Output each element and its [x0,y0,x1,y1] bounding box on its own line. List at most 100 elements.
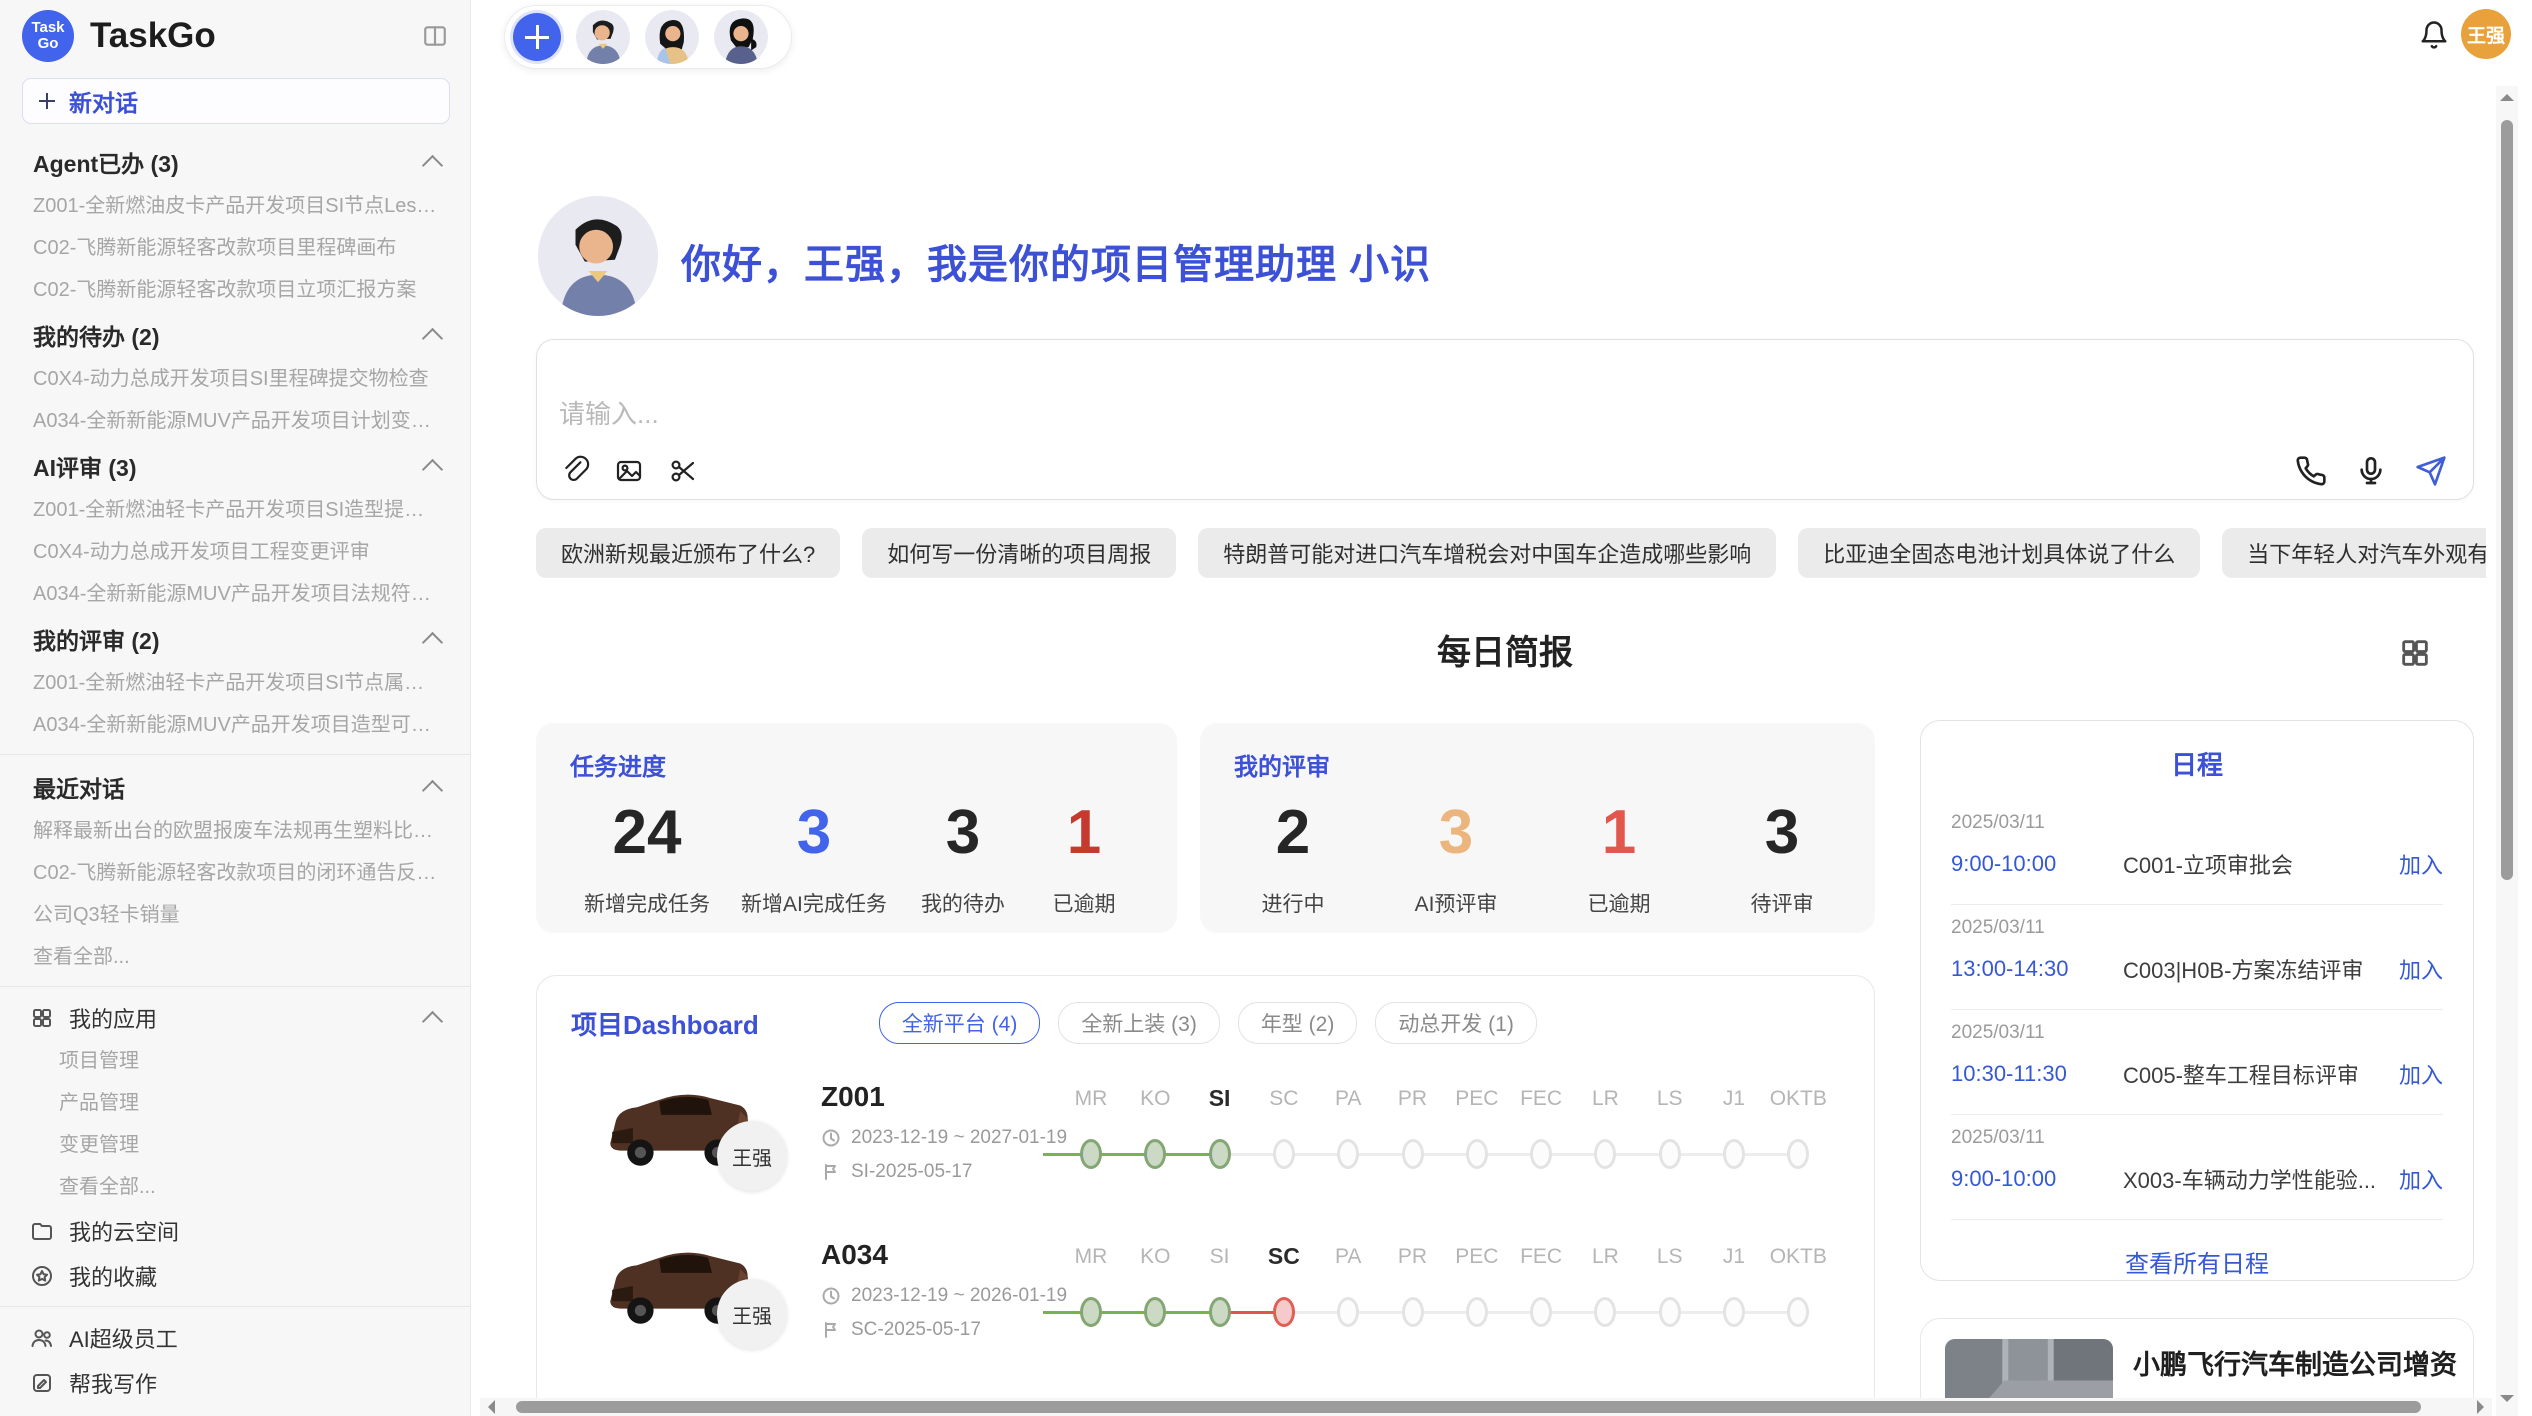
sidebar-app-item[interactable]: 项目管理 [0,1040,470,1082]
sidebar-item-my-apps[interactable]: 我的应用 [0,995,470,1040]
horizontal-scrollbar-thumb[interactable] [516,1401,2421,1413]
suggestion-chip[interactable]: 如何写一份清晰的项目周报 [862,528,1176,578]
sidebar-item[interactable]: 解释最新出台的欧盟报废车法规再生塑料比例被调至15%... [0,810,470,852]
milestone-node[interactable] [1787,1297,1809,1327]
layout-grid-icon[interactable] [2398,636,2432,670]
milestone-node[interactable] [1530,1139,1552,1169]
milestone-node[interactable] [1723,1139,1745,1169]
dashboard-tab[interactable]: 全新平台 (4) [879,1002,1041,1044]
suggestion-chip[interactable]: 当下年轻人对汽车外观有怎样的喜好趋势 [2222,528,2486,578]
sidebar-item[interactable]: Z001-全新燃油轻卡产品开发项目SI节点属性5D文件评审 [0,662,470,704]
sidebar-item[interactable]: C0X4-动力总成开发项目SI里程碑提交物检查 [0,358,470,400]
milestone-node[interactable] [1080,1139,1102,1169]
milestone-node[interactable] [1337,1139,1359,1169]
notification-bell-icon[interactable] [2419,20,2449,50]
scroll-up-icon[interactable] [2500,94,2514,101]
avatar[interactable] [645,10,699,64]
sidebar-item[interactable]: 公司Q3轻卡销量 [0,894,470,936]
sidebar-item-creative-draw[interactable]: 创意制图 [0,1405,470,1416]
image-icon[interactable] [613,455,645,487]
join-link[interactable]: 加入 [2399,848,2443,880]
phone-icon[interactable] [2295,455,2327,487]
sidebar-item[interactable]: C02-飞腾新能源轻客改款项目里程碑画布 [0,227,470,269]
sidebar-section-header[interactable]: 我的评审 (2) [0,615,470,662]
sidebar-item[interactable]: Z001-全新燃油轻卡产品开发项目SI造型提交物评审 [0,489,470,531]
schedule-event[interactable]: 2025/03/1113:00-14:30C003|H0B-方案冻结评审加入 [1951,905,2443,1010]
attachment-icon[interactable] [559,455,591,487]
milestone-node[interactable] [1659,1139,1681,1169]
milestone-node[interactable] [1466,1139,1488,1169]
view-all-schedule-link[interactable]: 查看所有日程 [1921,1244,2473,1279]
sidebar-item[interactable]: A034-全新新能源MUV产品开发项目计划变更表编写 [0,400,470,442]
dashboard-tab[interactable]: 动总开发 (1) [1375,1002,1537,1044]
new-chat-button[interactable]: 新对话 [22,78,450,124]
milestone-node[interactable] [1144,1139,1166,1169]
milestone-node[interactable] [1209,1139,1231,1169]
sidebar-item[interactable]: C02-飞腾新能源轻客改款项目的闭环通告反馈情况 [0,852,470,894]
scroll-right-icon[interactable] [2477,1400,2484,1414]
join-link[interactable]: 加入 [2399,1058,2443,1090]
chat-input[interactable] [557,398,2161,431]
scroll-down-icon[interactable] [2500,1395,2514,1402]
avatar[interactable] [576,10,630,64]
milestone-node[interactable] [1466,1297,1488,1327]
milestone-node[interactable] [1723,1297,1745,1327]
microphone-icon[interactable] [2355,455,2387,487]
milestone-node[interactable] [1273,1297,1295,1327]
sidebar-section-header[interactable]: 最近对话 [0,763,470,810]
milestone-node[interactable] [1402,1139,1424,1169]
dashboard-tab[interactable]: 年型 (2) [1238,1002,1358,1044]
schedule-event[interactable]: 2025/03/119:00-10:00C001-立项审批会加入 [1951,800,2443,905]
add-agent-button[interactable] [513,13,561,61]
collapse-panel-icon[interactable] [422,23,448,49]
schedule-event[interactable]: 2025/03/1110:30-11:30C005-整车工程目标评审加入 [1951,1010,2443,1115]
vertical-scrollbar[interactable] [2496,86,2518,1416]
sidebar-section-header[interactable]: 我的待办 (2) [0,311,470,358]
user-avatar[interactable]: 王强 [2461,9,2511,59]
suggestion-chip[interactable]: 欧洲新规最近颁布了什么? [536,528,840,578]
sidebar-item[interactable]: C02-飞腾新能源轻客改款项目立项汇报方案 [0,269,470,311]
milestone-node[interactable] [1273,1139,1295,1169]
sidebar-item[interactable]: A034-全新新能源MUV产品开发项目法规符合性评审 [0,573,470,615]
milestone-node[interactable] [1659,1297,1681,1327]
project-row[interactable]: 王强 A034 2023-12-19 ~ 2026-01-19 SC-2025-… [537,1231,1875,1381]
chevron-up-icon[interactable] [422,458,443,479]
scroll-left-icon[interactable] [488,1400,495,1414]
sidebar-item[interactable]: 查看全部... [0,936,470,978]
milestone-node[interactable] [1209,1297,1231,1327]
sidebar-item[interactable]: C0X4-动力总成开发项目工程变更评审 [0,531,470,573]
suggestion-chip[interactable]: 特朗普可能对进口汽车增税会对中国车企造成哪些影响 [1198,528,1776,578]
dashboard-tab[interactable]: 全新上装 (3) [1058,1002,1220,1044]
milestone-node[interactable] [1594,1139,1616,1169]
chevron-up-icon[interactable] [422,631,443,652]
schedule-event[interactable]: 2025/03/119:00-10:00X003-车辆动力学性能验...加入 [1951,1115,2443,1220]
horizontal-scrollbar[interactable] [480,1398,2492,1416]
vertical-scrollbar-thumb[interactable] [2501,120,2513,880]
chevron-up-icon[interactable] [422,779,443,800]
avatar[interactable] [714,10,768,64]
milestone-node[interactable] [1787,1139,1809,1169]
milestone-node[interactable] [1337,1297,1359,1327]
chevron-up-icon[interactable] [422,327,443,348]
send-icon[interactable] [2415,455,2447,487]
sidebar-item-help-write[interactable]: 帮我写作 [0,1360,470,1405]
sidebar-item-cloud-space[interactable]: 我的云空间 [0,1208,470,1253]
project-row[interactable]: 王强 Z001 2023-12-19 ~ 2027-01-19 SI-2025-… [537,1073,1875,1223]
sidebar-app-item[interactable]: 变更管理 [0,1124,470,1166]
chevron-up-icon[interactable] [422,1010,443,1031]
sidebar-item-ai-employee[interactable]: AI超级员工 [0,1315,470,1360]
sidebar-item[interactable]: A034-全新新能源MUV产品开发项目造型可行性评审 [0,704,470,746]
suggestion-chip[interactable]: 比亚迪全固态电池计划具体说了什么 [1798,528,2200,578]
sidebar-item-favorites[interactable]: 我的收藏 [0,1253,470,1298]
sidebar-section-header[interactable]: Agent已办 (3) [0,138,470,185]
sidebar-item[interactable]: Z001-全新燃油皮卡产品开发项目SI节点Lesson Learn报告 [0,185,470,227]
sidebar-app-item[interactable]: 产品管理 [0,1082,470,1124]
join-link[interactable]: 加入 [2399,953,2443,985]
milestone-node[interactable] [1080,1297,1102,1327]
milestone-node[interactable] [1144,1297,1166,1327]
scissors-icon[interactable] [667,455,699,487]
sidebar-section-header[interactable]: AI评审 (3) [0,442,470,489]
sidebar-app-item[interactable]: 查看全部... [0,1166,470,1208]
milestone-node[interactable] [1530,1297,1552,1327]
chevron-up-icon[interactable] [422,154,443,175]
